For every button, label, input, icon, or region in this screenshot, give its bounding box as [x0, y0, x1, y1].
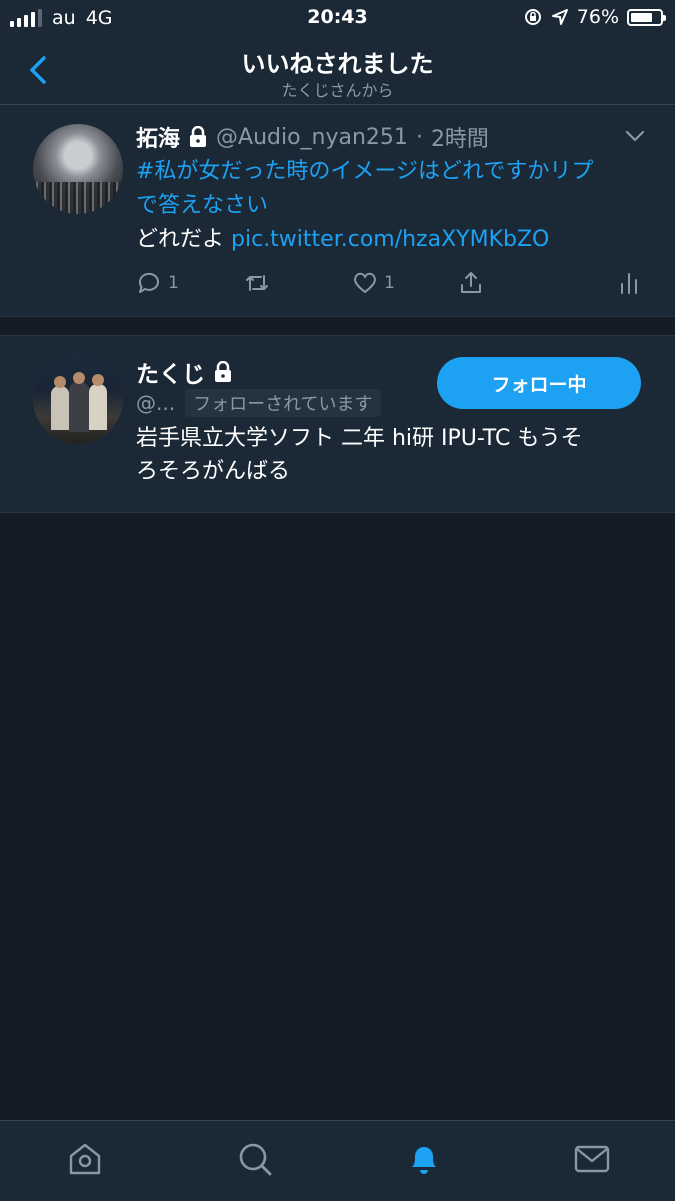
chevron-down-icon[interactable] [624, 128, 646, 144]
tweet-header: 拓海 @Audio_nyan251 · 2時間 [136, 121, 489, 153]
page-title: いいねされました [241, 50, 434, 78]
analytics-button[interactable] [616, 270, 642, 296]
notifications-icon[interactable] [404, 1139, 444, 1179]
tweet-author-avatar[interactable] [33, 124, 123, 214]
reply-button[interactable]: 1 [136, 270, 179, 296]
home-icon[interactable] [65, 1139, 105, 1179]
page-subtitle: たくじさんから [281, 81, 394, 100]
reply-count: 1 [168, 273, 179, 293]
follows-you-badge: フォローされています [185, 389, 381, 417]
retweet-button[interactable] [244, 270, 270, 296]
user-avatar[interactable] [33, 354, 123, 444]
separator-dot: · [415, 124, 423, 150]
status-bar: au 4G 20:43 76% [0, 0, 675, 36]
tweet-body: どれだよ [136, 227, 225, 252]
location-icon [551, 9, 568, 25]
navigation-bar: いいねされました たくじさんから [0, 36, 675, 105]
lock-icon [190, 126, 207, 147]
tweet-actions: 1 1 [136, 270, 656, 306]
tweet-author-name[interactable]: 拓海 [136, 121, 180, 153]
section-divider [0, 317, 675, 335]
bio-line-1: 岩手県立大学ソフト 二年 hi研 IPU-TC もうそ [136, 426, 583, 451]
tweet-text: #私が女だった時のイメージはどれですかリプ で答えなさい どれだよ pic.twi… [136, 155, 656, 257]
share-button[interactable] [458, 270, 484, 296]
user-handle-row: @... フォローされています [136, 389, 381, 417]
lock-icon [215, 361, 231, 382]
rotation-lock-icon [524, 9, 541, 25]
media-link[interactable]: pic.twitter.com/hzaXYMKbZO [231, 227, 549, 252]
hashtag-line-2: で答えなさい [136, 193, 269, 218]
user-handle[interactable]: @... [136, 391, 175, 415]
battery-icon [627, 8, 666, 26]
tab-bar [0, 1120, 675, 1201]
user-name-row: たくじ [136, 355, 233, 389]
following-button[interactable]: フォロー中 [437, 357, 641, 409]
tweet-time: 2時間 [430, 127, 489, 152]
tweet-author-handle[interactable]: @Audio_nyan251 [216, 125, 408, 150]
retweet-icon [246, 275, 268, 291]
messages-icon[interactable] [572, 1139, 612, 1179]
hashtag-line-1: #私が女だった時のイメージはどれですかリプ [136, 159, 594, 184]
like-button[interactable]: 1 [352, 270, 395, 296]
battery-percent: 76% [576, 6, 619, 28]
heart-icon [354, 272, 376, 293]
share-icon [461, 272, 481, 293]
reply-icon [138, 272, 159, 293]
user-name[interactable]: たくじ [136, 355, 205, 389]
bio-line-2: ろそろがんばる [136, 459, 291, 484]
search-icon[interactable] [235, 1139, 275, 1179]
user-bio: 岩手県立大学ソフト 二年 hi研 IPU-TC もうそ ろそろがんばる [136, 422, 646, 488]
like-count: 1 [384, 273, 395, 293]
analytics-icon [621, 273, 637, 294]
hashtag-link[interactable]: #私が女だった時のイメージはどれですかリプ で答えなさい [136, 155, 656, 223]
